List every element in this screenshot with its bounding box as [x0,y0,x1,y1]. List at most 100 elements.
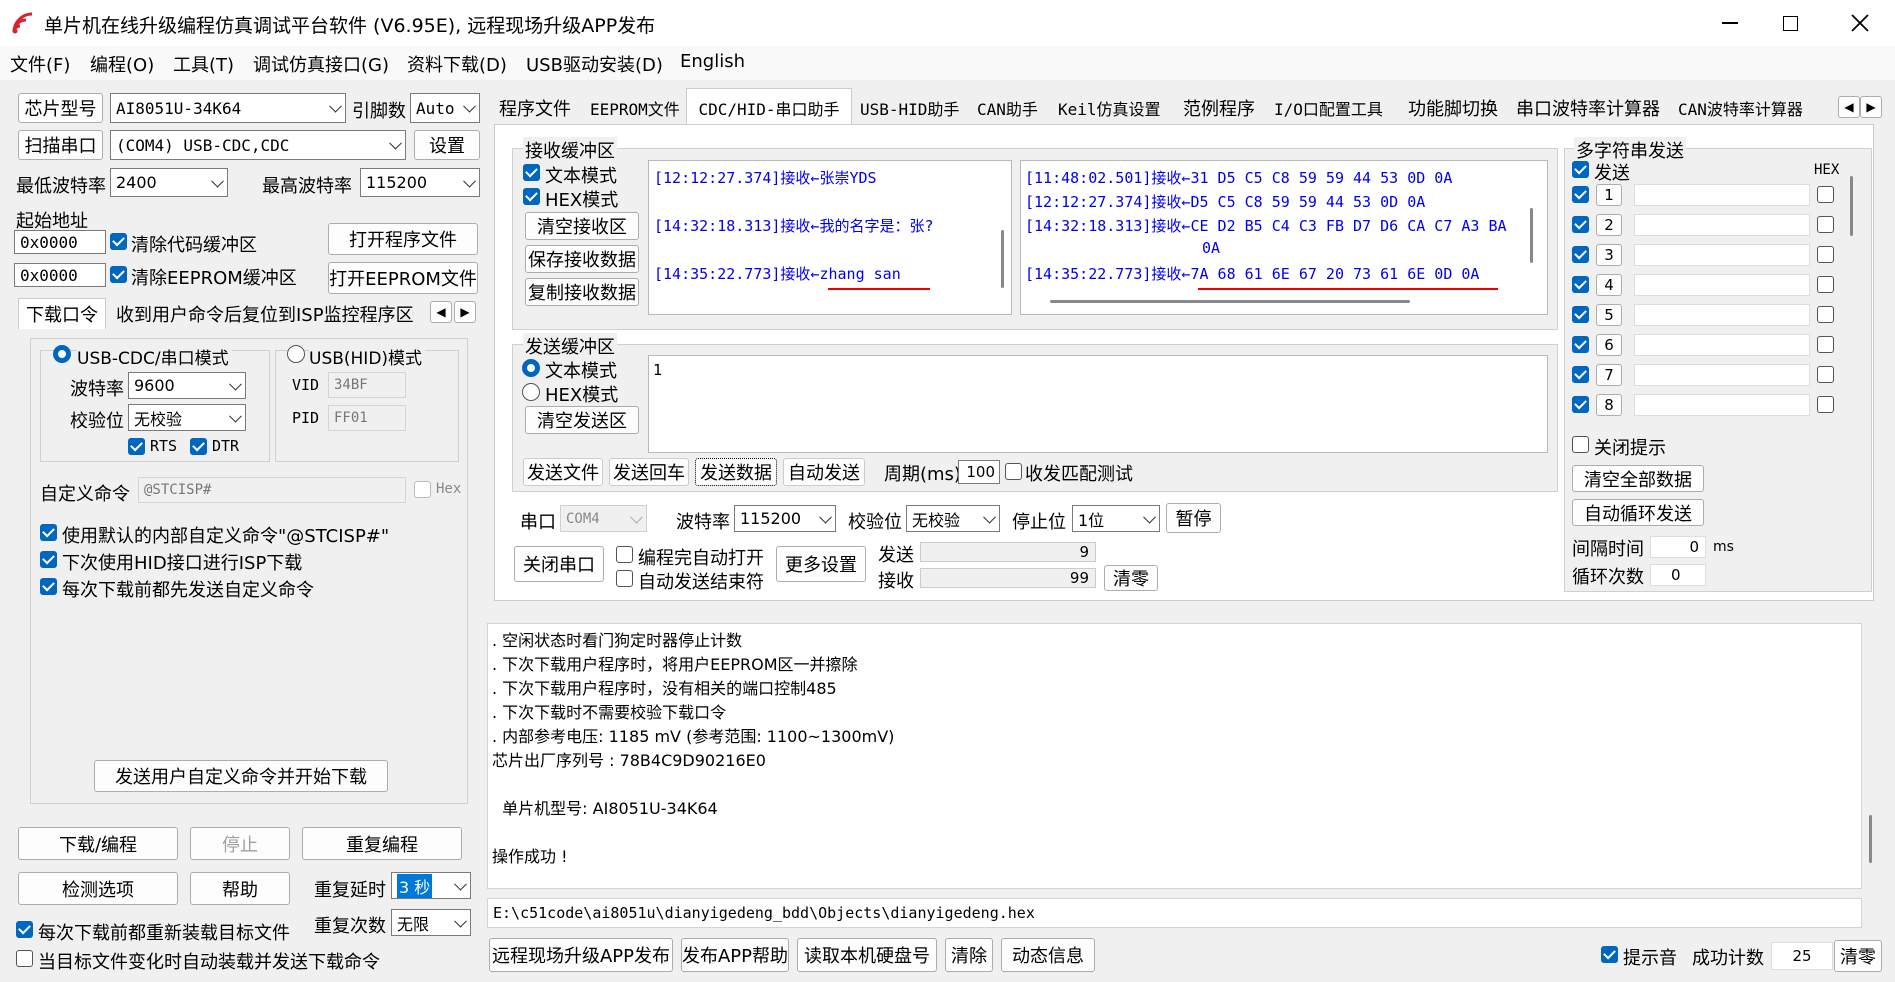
multi-row-input[interactable] [1634,364,1810,386]
min-baud-select[interactable]: 2400 [110,168,228,197]
menu-downloads[interactable]: 资料下载(D) [407,51,507,77]
custom-hex-checkbox[interactable] [414,481,431,498]
multi-row-send-checkbox[interactable] [1572,276,1589,293]
chip-model-select[interactable]: AI8051U-34K64 [110,93,346,123]
send-custom-command-button[interactable]: 发送用户自定义命令并开始下载 [94,760,388,792]
send-hex-mode-radio[interactable] [522,383,540,401]
publish-app-button[interactable]: 远程现场升级APP发布 [489,938,673,972]
tab-program-file[interactable]: 程序文件 [497,92,573,124]
more-settings-button[interactable]: 更多设置 [776,546,866,582]
recv-hex-scrollbar-h[interactable] [1050,300,1410,303]
max-baud-select[interactable]: 115200 [360,168,480,197]
multi-row-send-button[interactable]: 1 [1596,184,1622,206]
dynamic-info-button[interactable]: 动态信息 [1001,938,1095,972]
multi-row-send-checkbox[interactable] [1572,186,1589,203]
copy-receive-button[interactable]: 复制接收数据 [525,278,639,306]
tab-cdc-hid-serial[interactable]: CDC/HID-串口助手 [686,88,852,126]
menu-file[interactable]: 文件(F) [10,51,70,77]
serial-baud-select[interactable]: 115200 [734,505,836,532]
check-options-button[interactable]: 检测选项 [18,872,178,905]
save-receive-button[interactable]: 保存接收数据 [525,245,639,273]
publish-help-button[interactable]: 发布APP帮助 [681,938,789,972]
period-input[interactable]: 100 [958,460,1000,484]
multi-send-header-checkbox[interactable] [1572,161,1589,178]
auto-open-checkbox[interactable] [616,546,633,563]
multi-scrollbar[interactable] [1850,176,1853,236]
multi-row-send-button[interactable]: 6 [1596,334,1622,356]
minimize-button[interactable] [1700,0,1760,46]
recv-hex-mode-checkbox[interactable] [523,188,540,205]
tab-usb-hid[interactable]: USB-HID助手 [858,92,961,124]
send-data-button[interactable]: 发送数据 [695,458,777,486]
clear-all-data-button[interactable]: 清空全部数据 [1572,465,1704,492]
multi-row-send-checkbox[interactable] [1572,366,1589,383]
custom-command-input[interactable]: @STCISP# [138,477,406,503]
menu-debug[interactable]: 调试仿真接口(G) [253,51,389,77]
multi-row-send-checkbox[interactable] [1572,336,1589,353]
usb-cdc-radio[interactable] [53,345,71,363]
send-before-download-checkbox[interactable] [40,578,57,595]
multi-row-send-button[interactable]: 5 [1596,304,1622,326]
multi-row-input[interactable] [1634,244,1810,266]
menu-tools[interactable]: 工具(T) [173,51,234,77]
multi-row-send-button[interactable]: 8 [1596,394,1622,416]
send-text-area[interactable] [648,355,1548,453]
tab-pin-switch[interactable]: 功能脚切换 [1406,92,1500,124]
open-eeprom-file-button[interactable]: 打开EEPROM文件 [328,262,478,294]
reload-target-checkbox[interactable] [16,921,33,938]
recv-text-mode-checkbox[interactable] [523,164,540,181]
multi-row-hex-checkbox[interactable] [1817,396,1834,413]
multi-row-input[interactable] [1634,214,1810,236]
left-tab-scroll-right[interactable]: ▶ [454,301,476,323]
tab-recv-command[interactable]: 收到用户命令后复位到ISP监控程序区 [110,298,422,329]
tab-can[interactable]: CAN助手 [975,92,1040,124]
multi-row-hex-checkbox[interactable] [1817,306,1834,323]
serial-port-select[interactable]: (COM4) USB-CDC,CDC [110,130,406,160]
left-tab-scroll-left[interactable]: ◀ [430,301,452,323]
close-tip-checkbox[interactable] [1572,436,1589,453]
tab-io-config[interactable]: I/O口配置工具 [1272,92,1385,124]
multi-row-send-button[interactable]: 3 [1596,244,1622,266]
read-disk-id-button[interactable]: 读取本机硬盘号 [797,938,937,972]
tab-download-password[interactable]: 下载口令 [18,298,106,329]
clear-success-button[interactable]: 清零 [1834,940,1882,972]
tab-scroll-left[interactable]: ◀ [1838,96,1860,118]
open-program-file-button[interactable]: 打开程序文件 [328,223,478,255]
multi-row-input[interactable] [1634,394,1810,416]
auto-loop-send-button[interactable]: 自动循环发送 [1572,499,1704,526]
beep-checkbox[interactable] [1601,946,1618,963]
help-button[interactable]: 帮助 [190,872,290,905]
clear-send-button[interactable]: 清空发送区 [525,406,639,434]
output-log[interactable]: . 空闲状态时看门狗定时器停止计数 . 下次下载用户程序时，将用户EEPROM区一… [487,623,1862,889]
vid-input[interactable]: 34BF [328,372,406,398]
loop-count-input[interactable]: 0 [1650,564,1706,586]
multi-row-hex-checkbox[interactable] [1817,336,1834,353]
tab-eeprom-file[interactable]: EEPROM文件 [588,92,682,124]
recv-hex-scrollbar-v[interactable] [1530,208,1533,263]
usb-hid-radio[interactable] [287,345,305,363]
tab-uart-baud-calc[interactable]: 串口波特率计算器 [1514,92,1662,124]
multi-row-hex-checkbox[interactable] [1817,276,1834,293]
multi-row-input[interactable] [1634,184,1810,206]
eeprom-start-address-input[interactable]: 0x0000 [14,263,106,287]
maximize-button[interactable] [1760,0,1820,46]
multi-row-send-checkbox[interactable] [1572,396,1589,413]
repeat-count-select[interactable]: 无限 [391,909,471,936]
interval-input[interactable]: 0 [1650,536,1706,558]
match-test-checkbox[interactable] [1005,463,1022,480]
close-port-button[interactable]: 关闭串口 [514,546,604,582]
port-settings-button[interactable]: 设置 [414,130,480,160]
multi-row-hex-checkbox[interactable] [1817,216,1834,233]
menu-english[interactable]: English [680,51,745,72]
chip-model-button[interactable]: 芯片型号 [18,93,103,123]
serial-port-combo[interactable]: COM4 [560,505,647,532]
multi-row-hex-checkbox[interactable] [1817,366,1834,383]
serial-parity-select[interactable]: 无校验 [906,505,1000,532]
clear-receive-button[interactable]: 清空接收区 [525,212,639,240]
clear-code-checkbox[interactable] [110,233,127,250]
close-window-button[interactable] [1830,0,1890,46]
serial-stop-select[interactable]: 1位 [1072,505,1160,532]
multi-row-input[interactable] [1634,334,1810,356]
log-scrollbar[interactable] [1869,815,1872,863]
multi-row-send-checkbox[interactable] [1572,306,1589,323]
